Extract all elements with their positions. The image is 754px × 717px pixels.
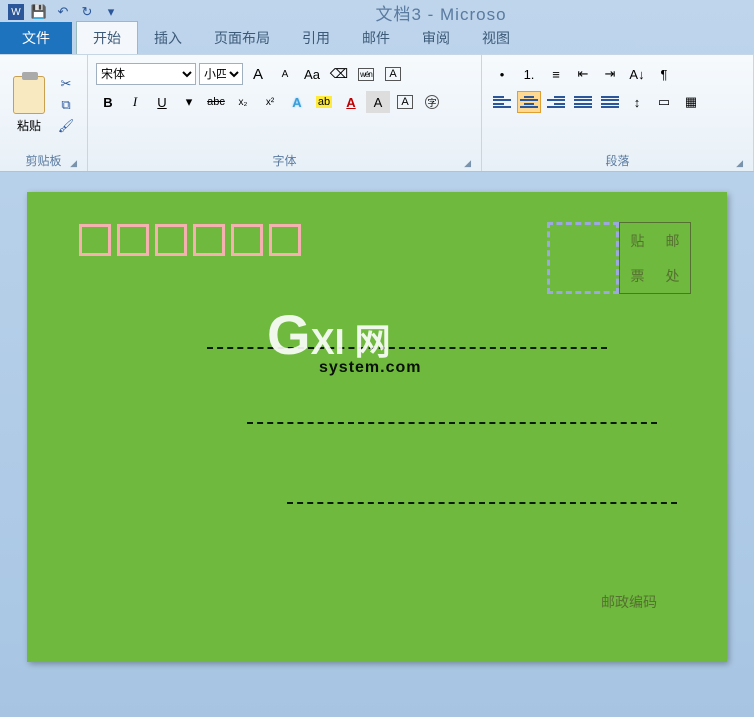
tab-view[interactable]: 视图	[466, 22, 526, 54]
postcode-box[interactable]	[155, 224, 187, 256]
stamp-placeholder	[547, 222, 619, 294]
tab-references[interactable]: 引用	[286, 22, 346, 54]
redo-icon[interactable]: ↻	[78, 3, 96, 21]
postcode-box[interactable]	[231, 224, 263, 256]
line-spacing-button[interactable]: ↕	[625, 91, 649, 113]
font-color-button[interactable]: A	[339, 91, 363, 113]
clipboard-launcher[interactable]: ◢	[70, 158, 77, 169]
clipboard-icon	[13, 76, 45, 114]
text-effects-button[interactable]: A	[285, 91, 309, 113]
paste-label: 粘贴	[17, 117, 41, 134]
format-painter-icon[interactable]: 🖌	[56, 117, 76, 135]
dedent-button[interactable]: ⇤	[571, 63, 595, 85]
undo-icon[interactable]: ↶	[54, 3, 72, 21]
font-size-combo[interactable]: 小四	[199, 63, 243, 85]
change-case-button[interactable]: Aa	[300, 63, 324, 85]
clear-format-button[interactable]: ⌫	[327, 63, 351, 85]
stamp-char: 邮	[666, 231, 680, 251]
postcode-box[interactable]	[193, 224, 225, 256]
paragraph-group-label: 段落◢	[490, 150, 745, 169]
document-canvas[interactable]: 贴 邮 票 处 邮政编码 GXI 网 system.com	[0, 172, 754, 682]
window-title: 文档3 - Microso	[128, 0, 754, 25]
align-center-button[interactable]	[517, 91, 541, 113]
stamp-area: 贴 邮 票 处	[547, 222, 691, 294]
stamp-label-box: 贴 邮 票 处	[619, 222, 691, 294]
phonetic-button[interactable]: wén	[354, 63, 378, 85]
font-launcher[interactable]: ◢	[464, 158, 471, 169]
tab-home[interactable]: 开始	[76, 21, 138, 54]
align-left-button[interactable]	[490, 91, 514, 113]
save-icon[interactable]: 💾	[30, 3, 48, 21]
bullets-button[interactable]: •	[490, 63, 514, 85]
envelope-page: 贴 邮 票 处 邮政编码 GXI 网 system.com	[27, 192, 727, 662]
shrink-font-button[interactable]: A	[273, 63, 297, 85]
group-paragraph: • 1. ≡ ⇤ ⇥ A↓ ¶ ↕ ▭ ▦ 段落◢	[482, 55, 754, 171]
tab-review[interactable]: 审阅	[406, 22, 466, 54]
indent-button[interactable]: ⇥	[598, 63, 622, 85]
watermark: GXI 网 system.com	[267, 302, 422, 377]
ribbon: 粘贴 ✂ ⧉ 🖌 剪贴板◢ 宋体 小四 A A Aa ⌫ wén A B	[0, 54, 754, 172]
cut-icon[interactable]: ✂	[56, 75, 76, 93]
paragraph-launcher[interactable]: ◢	[736, 158, 743, 169]
highlight-button[interactable]: ab	[312, 91, 336, 113]
multilevel-button[interactable]: ≡	[544, 63, 568, 85]
postcode-label: 邮政编码	[601, 592, 657, 612]
char-border-button[interactable]: A	[381, 63, 405, 85]
address-line[interactable]	[247, 422, 657, 424]
justify-button[interactable]	[571, 91, 595, 113]
postcode-box[interactable]	[117, 224, 149, 256]
copy-icon[interactable]: ⧉	[56, 96, 76, 114]
italic-button[interactable]: I	[123, 91, 147, 113]
postcode-box[interactable]	[269, 224, 301, 256]
enclose-char-button[interactable]: 字	[420, 91, 444, 113]
superscript-button[interactable]: x²	[258, 91, 282, 113]
align-right-button[interactable]	[544, 91, 568, 113]
subscript-button[interactable]: x₂	[231, 91, 255, 113]
quick-access-toolbar: W 💾 ↶ ↻ ▾	[0, 1, 128, 23]
grow-font-button[interactable]: A	[246, 63, 270, 85]
ribbon-tabs: 文件 开始 插入 页面布局 引用 邮件 审阅 视图	[0, 24, 754, 54]
group-font: 宋体 小四 A A Aa ⌫ wén A B I U ▾ abc x₂ x² A…	[88, 55, 482, 171]
borders-button[interactable]: ▦	[679, 91, 703, 113]
bold-button[interactable]: B	[96, 91, 120, 113]
tab-insert[interactable]: 插入	[138, 22, 198, 54]
paste-button[interactable]: 粘贴	[8, 59, 50, 150]
marks-button[interactable]: ¶	[652, 63, 676, 85]
font-group-label: 字体◢	[96, 150, 473, 169]
word-icon[interactable]: W	[8, 4, 24, 20]
qat-dropdown-icon[interactable]: ▾	[102, 3, 120, 21]
tab-layout[interactable]: 页面布局	[198, 22, 286, 54]
underline-dropdown[interactable]: ▾	[177, 91, 201, 113]
stamp-char: 贴	[631, 231, 645, 251]
postcode-boxes	[79, 224, 301, 256]
sort-button[interactable]: A↓	[625, 63, 649, 85]
address-line[interactable]	[287, 502, 677, 504]
tab-mailings[interactable]: 邮件	[346, 22, 406, 54]
stamp-char: 票	[631, 266, 645, 286]
postcode-box[interactable]	[79, 224, 111, 256]
underline-button[interactable]: U	[150, 91, 174, 113]
distribute-button[interactable]	[598, 91, 622, 113]
char-box-button[interactable]: A	[393, 91, 417, 113]
group-clipboard: 粘贴 ✂ ⧉ 🖌 剪贴板◢	[0, 55, 88, 171]
file-tab[interactable]: 文件	[0, 22, 72, 54]
font-name-combo[interactable]: 宋体	[96, 63, 196, 85]
clipboard-group-label: 剪贴板◢	[8, 150, 79, 169]
stamp-char: 处	[666, 266, 680, 286]
strike-button[interactable]: abc	[204, 91, 228, 113]
char-shading-button[interactable]: A	[366, 91, 390, 113]
address-line[interactable]	[207, 347, 607, 349]
shading-button[interactable]: ▭	[652, 91, 676, 113]
numbering-button[interactable]: 1.	[517, 63, 541, 85]
